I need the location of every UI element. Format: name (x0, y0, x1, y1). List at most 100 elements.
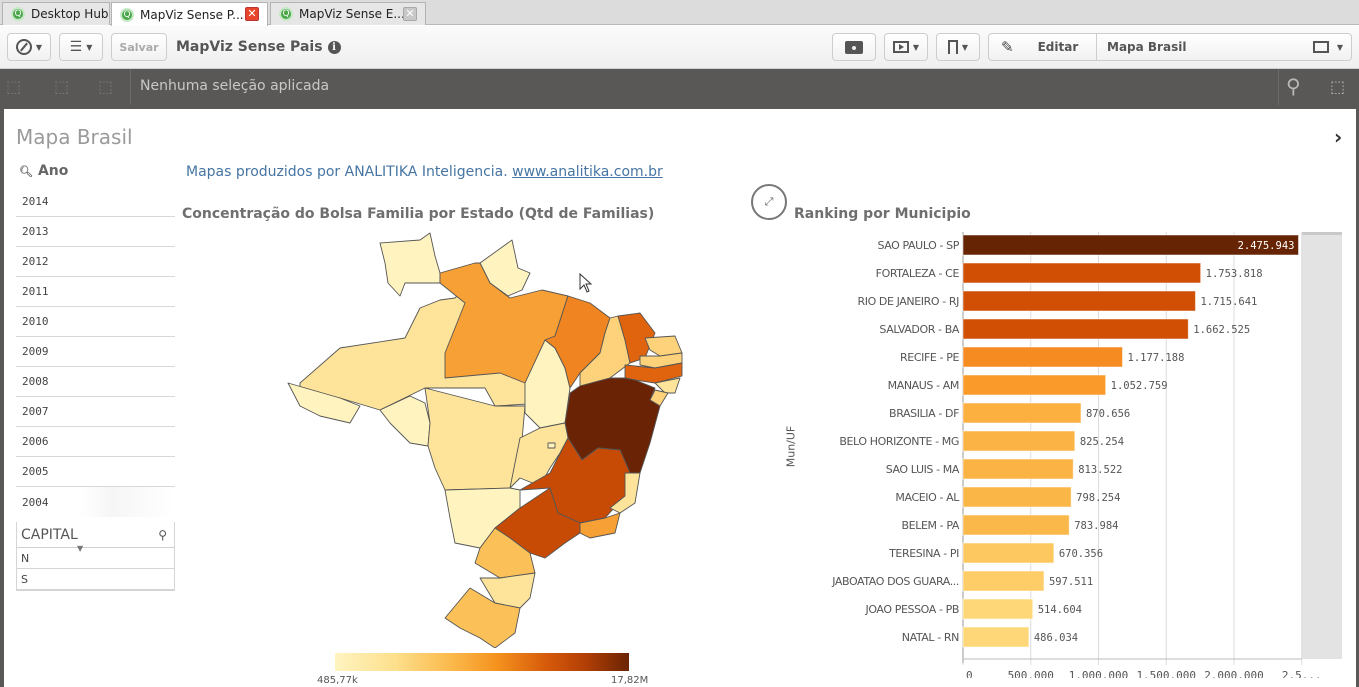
list-item[interactable]: 2008 (16, 367, 175, 397)
capital-filter-title: CAPITAL (21, 526, 78, 543)
list-item[interactable]: 2014 (16, 187, 175, 217)
edit-button[interactable]: ✎ Editar (988, 33, 1097, 61)
ano-filter-header[interactable]: 🔍︎ Ano (16, 155, 175, 187)
info-icon[interactable]: i (327, 40, 341, 54)
sheet-title: Mapa Brasil (16, 125, 133, 149)
search-icon[interactable]: 🔍︎ (19, 165, 33, 178)
bar[interactable] (962, 542, 1055, 564)
bookmark-button[interactable]: ▼ (936, 33, 980, 61)
bar[interactable] (962, 402, 1082, 424)
state-rr[interactable] (379, 232, 441, 297)
list-menu-button[interactable]: ☰ ▼ (59, 33, 103, 61)
bar[interactable] (962, 262, 1202, 284)
ano-filter-title: Ano (37, 163, 69, 179)
scrollbar-thumb[interactable] (1302, 232, 1342, 235)
sheet-selector[interactable]: Mapa Brasil ▼ (1096, 33, 1352, 61)
next-sheet-icon[interactable]: › (1334, 125, 1342, 149)
data-label: 1.715.641 (1200, 296, 1257, 308)
category-label: JABOATAO DOS GUARA... (831, 575, 959, 588)
bar[interactable] (962, 346, 1124, 368)
list-item[interactable]: N (17, 548, 174, 569)
state-rn[interactable] (644, 335, 683, 357)
ano-filter: 🔍︎ Ano 2014 2013 2012 2011 2010 2009 2008 2007 2… (16, 155, 175, 517)
map-title: Concentração do Bolsa Familia por Estado… (182, 206, 655, 222)
bar[interactable] (962, 514, 1070, 536)
category-label: BRASILIA - DF (889, 407, 959, 420)
category-label: SAO LUIS - MA (886, 463, 960, 476)
credit-label: Mapas produzidos por ANALITIKA Inteligen… (186, 164, 513, 180)
step-forward-icon[interactable]: ⬚ (54, 77, 76, 97)
search-icon[interactable]: ⚲ (158, 528, 167, 542)
pencil-icon: ✎ (1001, 38, 1014, 56)
data-label: 1.177.188 (1128, 352, 1185, 364)
category-label: NATAL - RN (902, 631, 959, 644)
tab-mapviz-estado[interactable]: Q MapViz Sense E... ✕ (270, 2, 426, 25)
list-item[interactable]: 2005 (16, 457, 175, 487)
sheet-name: Mapa Brasil (1107, 40, 1187, 54)
data-label: 597.511 (1049, 576, 1093, 588)
data-label: 870.656 (1086, 408, 1130, 420)
list-item[interactable]: 2007 (16, 397, 175, 427)
data-label: 486.034 (1034, 632, 1078, 644)
list-item[interactable]: 2004 (16, 487, 175, 517)
data-label: 1.753.818 (1206, 268, 1263, 280)
x-tick-label: 2.000.000 (1204, 669, 1264, 678)
selection-tool-icon[interactable]: ⬚ (1330, 77, 1352, 97)
list-item[interactable]: 2009 (16, 337, 175, 367)
x-tick-label: 500.000 (1008, 669, 1054, 678)
chevron-down-icon: ▼ (961, 42, 969, 52)
list-item[interactable]: S (17, 569, 174, 590)
snapshot-button[interactable] (832, 33, 876, 61)
data-label: 514.604 (1038, 604, 1082, 616)
bar[interactable] (962, 486, 1072, 508)
bar[interactable] (962, 318, 1189, 340)
category-label: RECIFE - PE (900, 351, 959, 364)
sheets-icon (1313, 41, 1329, 53)
bar[interactable] (962, 598, 1034, 620)
close-tab-icon[interactable]: ✕ (245, 7, 259, 21)
tab-label: MapViz Sense P... (140, 7, 244, 22)
app-title: MapViz Sense Pais i (176, 39, 341, 55)
step-back-icon[interactable]: ⬚ (6, 77, 28, 97)
present-button[interactable]: ▼ (884, 33, 928, 61)
bar[interactable] (962, 290, 1196, 312)
brazil-map (287, 232, 683, 648)
mouse-cursor-icon (579, 273, 593, 293)
clear-selections-icon[interactable]: ⬚ (98, 77, 120, 97)
chevron-down-icon: ▼ (77, 544, 84, 553)
legend-min-label: 485,77k (317, 675, 358, 686)
data-label: 813.522 (1078, 464, 1122, 476)
data-label: 798.254 (1076, 492, 1120, 504)
chevron-down-icon: ▼ (1336, 43, 1343, 52)
chevron-down-icon: ▼ (86, 42, 93, 52)
close-tab-icon[interactable]: ✕ (403, 7, 417, 21)
state-df[interactable] (547, 442, 556, 449)
camera-icon (845, 40, 863, 54)
expand-icon[interactable]: ⤢ (751, 184, 787, 220)
capital-filter-header[interactable]: CAPITAL ⚲ ▼ (17, 522, 174, 553)
bar[interactable] (962, 626, 1030, 648)
list-item[interactable]: 2006 (16, 427, 175, 457)
tab-mapviz-pais[interactable]: Q MapViz Sense P... ✕ (111, 2, 268, 26)
analitika-link[interactable]: www.analitika.com.br (512, 164, 663, 180)
category-label: MANAUS - AM (888, 379, 959, 392)
list-item[interactable]: 2011 (16, 277, 175, 307)
list-item[interactable]: 2010 (16, 307, 175, 337)
category-label: FORTALEZA - CE (876, 267, 960, 280)
legend-max-label: 17,82M (611, 675, 649, 686)
app-toolbar: ▼ ☰ ▼ Salvar MapViz Sense Pais i ▼ ▼ ✎ E… (0, 26, 1359, 69)
chart-scrollbar[interactable] (1302, 232, 1342, 659)
bar[interactable] (962, 570, 1045, 592)
navigate-button[interactable]: ▼ (7, 33, 51, 61)
data-label: 670.356 (1059, 548, 1103, 560)
bar[interactable] (962, 374, 1107, 396)
bar[interactable] (962, 430, 1076, 452)
x-tick-label: 1.500.000 (1136, 669, 1196, 678)
save-button[interactable]: Salvar (111, 33, 167, 61)
list-item[interactable]: 2013 (16, 217, 175, 247)
list-item[interactable]: 2012 (16, 247, 175, 277)
tab-desktop-hub[interactable]: Q Desktop Hub (2, 2, 110, 25)
bar[interactable] (962, 458, 1074, 480)
search-icon[interactable]: ⚲ (1286, 74, 1308, 98)
category-label: BELO HORIZONTE - MG (839, 435, 959, 448)
